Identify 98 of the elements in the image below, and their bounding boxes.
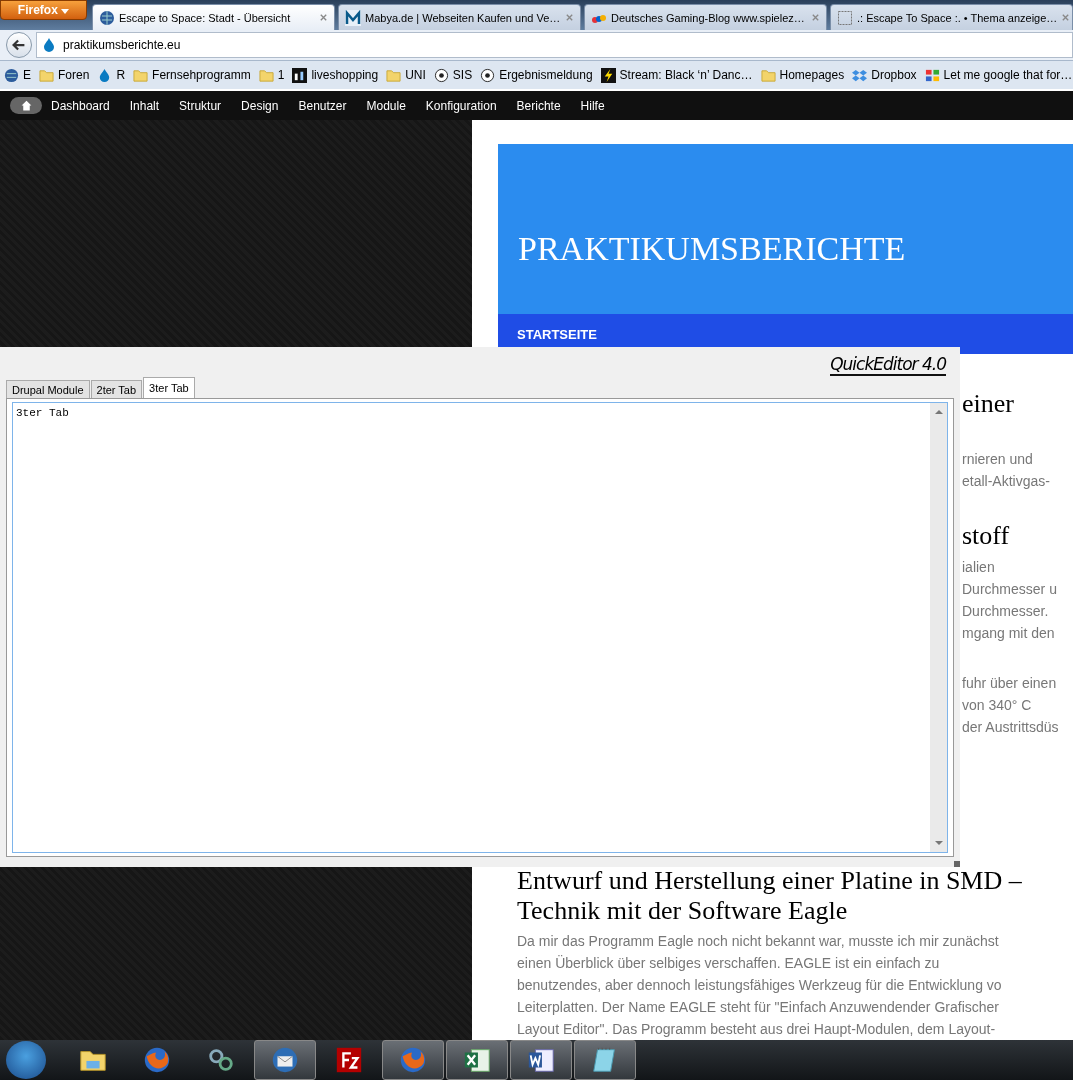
- bookmark-label: Fernsehprogramm: [152, 68, 251, 82]
- bookmark-item[interactable]: Fernsehprogramm: [133, 67, 251, 83]
- article-text: Durchmesser u: [962, 580, 1057, 600]
- toolbar-link[interactable]: Struktur: [179, 98, 222, 113]
- caret-icon: [61, 9, 70, 14]
- taskbar-button[interactable]: [446, 1040, 508, 1080]
- bars-icon: [292, 67, 308, 83]
- bookmark-label: 1: [277, 68, 285, 82]
- taskbar-button[interactable]: [510, 1040, 572, 1080]
- bookmark-item[interactable]: Let me google that for…: [924, 67, 1073, 83]
- ball-icon: [433, 67, 449, 83]
- bookmark-label: R: [116, 68, 126, 82]
- ball-icon: [480, 67, 496, 83]
- bookmark-item[interactable]: SIS: [433, 67, 473, 83]
- toolbar-link[interactable]: Berichte: [516, 98, 561, 113]
- editor-tab[interactable]: 2ter Tab: [90, 380, 143, 398]
- resize-handle[interactable]: [954, 861, 960, 867]
- article-heading[interactable]: Entwurf und Herstellung einer Platine in SMD – Technik mit der Software Eagle: [517, 866, 1073, 926]
- folder-icon: [760, 67, 776, 83]
- home-icon: [19, 99, 33, 112]
- taskbar-button[interactable]: [254, 1040, 316, 1080]
- squares-icon: [924, 67, 940, 83]
- bookmark-item[interactable]: R: [97, 67, 126, 83]
- globe-fox-icon: [398, 1045, 428, 1075]
- toolbar-link[interactable]: Konfiguration: [425, 98, 497, 113]
- lightning-icon: [600, 67, 616, 83]
- bookmark-label: SIS: [452, 68, 473, 82]
- toolbar-link[interactable]: Dashboard: [51, 98, 110, 113]
- folder-icon: [39, 67, 54, 83]
- home-button[interactable]: [10, 97, 42, 114]
- bookmark-item[interactable]: Dropbox: [852, 67, 917, 83]
- toolbar-link[interactable]: Hilfe: [580, 98, 605, 113]
- nav-link[interactable]: STARTSEITE: [517, 327, 597, 343]
- bookmark-label: UNI: [405, 68, 426, 82]
- tab-title: Deutsches Gaming-Blog www.spielez…: [611, 11, 806, 24]
- toolbar-link[interactable]: Inhalt: [129, 98, 160, 113]
- toolbar-link[interactable]: Benutzer: [298, 98, 347, 113]
- folder-icon: [386, 67, 402, 83]
- toolbar-link[interactable]: Module: [366, 98, 406, 113]
- tab-title: .: Escape To Space :. • Thema anzeige…: [857, 11, 1058, 24]
- blank-page-icon: [837, 9, 853, 26]
- bookmark-label: Homepages: [779, 68, 845, 82]
- envelope-icon: [270, 1045, 300, 1075]
- globe-fox-icon: [142, 1045, 172, 1075]
- letter-m-icon: [345, 9, 361, 26]
- bookmark-item[interactable]: 1: [258, 67, 285, 83]
- close-icon[interactable]: [565, 13, 574, 22]
- folder-icon: [133, 67, 149, 83]
- article-text: ialien: [962, 558, 995, 578]
- scroll-up-icon[interactable]: [934, 409, 943, 414]
- bookmark-item[interactable]: Stream: Black ‘n’ Danc…: [600, 67, 753, 83]
- back-button[interactable]: [6, 32, 32, 58]
- bookmark-label: Dropbox: [871, 68, 917, 82]
- article-heading: stoff: [962, 520, 1010, 553]
- tab-title: Mabya.de | Webseiten Kaufen und Ve…: [365, 11, 561, 24]
- start-button[interactable]: [6, 1041, 46, 1079]
- article-heading: einer: [962, 388, 1014, 421]
- editor-tab[interactable]: 3ter Tab: [143, 377, 195, 398]
- close-icon[interactable]: [1061, 13, 1071, 22]
- article-text: fuhr über einen: [962, 674, 1057, 694]
- address-bar[interactable]: praktikumsberichte.eu: [36, 32, 1073, 58]
- article-text: etall-Aktivgas-: [962, 472, 1050, 492]
- bookmark-item[interactable]: UNI: [386, 67, 426, 83]
- bookmark-item[interactable]: Ergebnismeldung: [480, 67, 593, 83]
- bookmark-label: Let me google that for…: [943, 68, 1073, 82]
- editor-tab[interactable]: Drupal Module: [6, 380, 90, 398]
- bookmark-label: Foren: [58, 68, 90, 82]
- editor-logo: QuickEditor 4.0: [830, 355, 946, 376]
- browser-tab[interactable]: .: Escape To Space :. • Thema anzeige…: [830, 4, 1073, 30]
- close-icon[interactable]: [811, 13, 820, 22]
- bookmark-item[interactable]: E: [4, 67, 31, 83]
- toolbar-link[interactable]: Design: [241, 98, 279, 113]
- article-text: von 340° C: [962, 696, 1032, 716]
- scrollbar[interactable]: [930, 403, 947, 852]
- bookmark-label: E: [23, 68, 31, 82]
- globe-icon: [4, 67, 19, 83]
- bookmark-item[interactable]: liveshopping: [292, 67, 379, 83]
- article-text: Durchmesser.: [962, 602, 1049, 622]
- article-paragraph: Da mir das Programm Eagle noch nicht bekannt war, musste ich mir zunächst einen Überblick über selbiges verschaffen. EAGLE ist ein einfach zu benutzendes, aber dennoch leistungsfähiges Werkzeug für die Entwicklung vo Leiterplatten. Der Name EAGLE steht für "Einfach Anzuwendender Grafischer Layout Editor". Das Programm besteht aus drei Haupt-Modulen, dem Layout-: [517, 932, 1003, 1039]
- bookmark-label: Stream: Black ‘n’ Danc…: [619, 68, 753, 82]
- close-icon[interactable]: [319, 13, 328, 22]
- taskbar-button[interactable]: [574, 1040, 636, 1080]
- globe-icon: [99, 9, 115, 26]
- browser-tab[interactable]: Escape to Space: Stadt - Übersicht: [92, 4, 335, 30]
- browser-tab[interactable]: Mabya.de | Webseiten Kaufen und Ve…: [338, 4, 581, 30]
- browser-tab[interactable]: Deutsches Gaming-Blog www.spielez…: [584, 4, 827, 30]
- article-text: rnieren und: [962, 450, 1033, 470]
- bookmark-label: liveshopping: [311, 68, 379, 82]
- scroll-down-icon[interactable]: [934, 841, 943, 846]
- tab-title: Escape to Space: Stadt - Übersicht: [119, 11, 292, 24]
- article-text: mgang mit den: [962, 624, 1055, 644]
- drop-icon: [41, 37, 57, 53]
- letters-fz-icon: [334, 1045, 364, 1075]
- bookmark-item[interactable]: Homepages: [760, 67, 845, 83]
- bookmark-label: Ergebnismeldung: [499, 68, 593, 82]
- article-text: der Austrittsdüs: [962, 718, 1059, 738]
- folder-icon: [258, 67, 274, 83]
- bookmark-item[interactable]: Foren: [39, 67, 90, 83]
